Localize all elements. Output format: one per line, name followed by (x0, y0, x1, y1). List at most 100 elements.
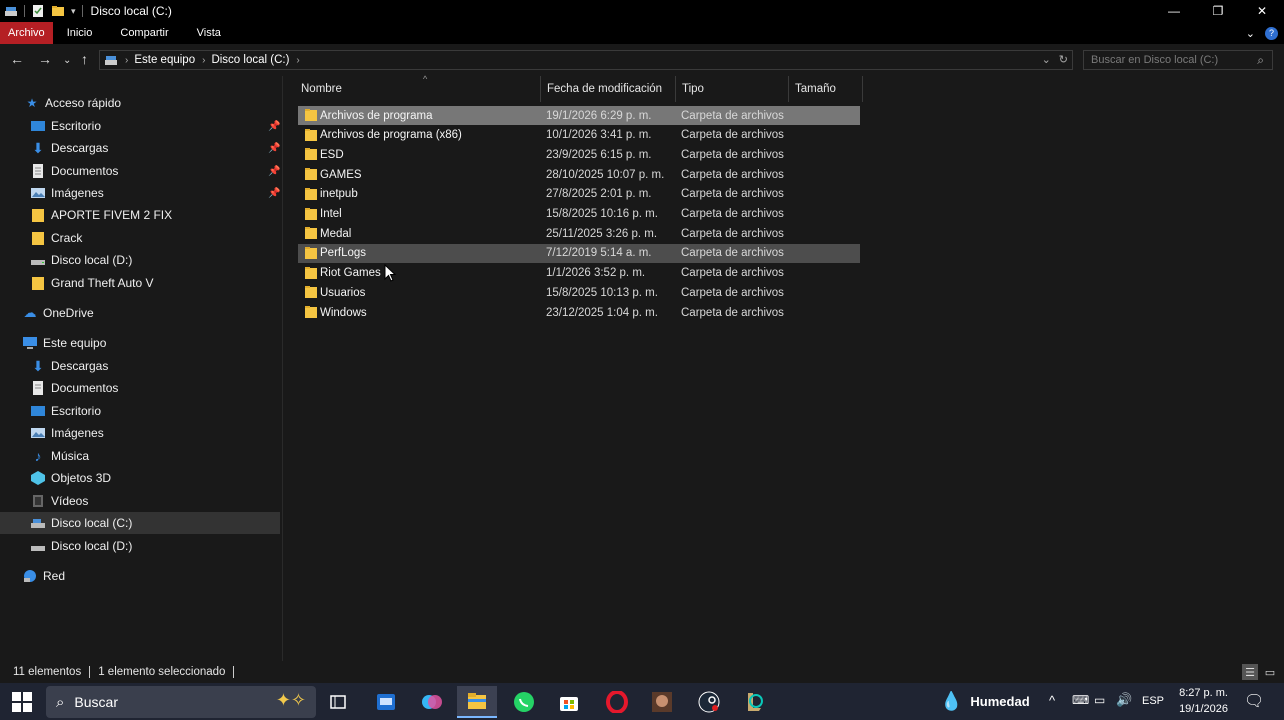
network-status-icon[interactable]: ▭ (1094, 693, 1105, 707)
copilot-icon[interactable] (412, 686, 452, 718)
table-row[interactable]: Riot Games 1/1/2026 3:52 p. m. Carpeta de … (298, 264, 860, 283)
pin-icon[interactable]: 📌 (268, 143, 280, 154)
up-arrow-icon[interactable]: ↑ (81, 51, 88, 67)
back-arrow-icon[interactable]: ← (10, 51, 24, 67)
search-icon[interactable]: ⌕ (1257, 53, 1264, 68)
file-date: 23/9/2025 6:15 p. m. (546, 148, 652, 161)
column-header-tamano[interactable]: Tamaño (789, 76, 863, 102)
sidebar-item-pc-documentos[interactable]: Documentos (30, 377, 310, 399)
sidebar-item-acceso-rapido[interactable]: ★ Acceso rápido (24, 92, 304, 114)
volume-icon[interactable]: 🔊 (1116, 692, 1132, 708)
properties-icon[interactable] (31, 5, 45, 17)
clock[interactable]: 8:27 p. m. 19/1/2026 (1176, 685, 1228, 717)
breadcrumb-disco-local[interactable]: Disco local (C:) (211, 54, 289, 66)
table-row[interactable]: ESD 23/9/2025 6:15 p. m. Carpeta de archiv… (298, 145, 860, 164)
column-header-tipo[interactable]: Tipo (676, 76, 789, 102)
column-header-fecha[interactable]: Fecha de modificación (541, 76, 676, 102)
file-type: Carpeta de archivos (681, 129, 784, 142)
forward-arrow-icon[interactable]: → (38, 51, 52, 67)
sidebar-item-aporte-fivem[interactable]: APORTE FIVEM 2 FIX (30, 204, 310, 226)
chevron-right-icon[interactable]: › (202, 55, 205, 66)
task-view-icon[interactable] (318, 686, 358, 718)
pin-icon[interactable]: 📌 (268, 188, 280, 199)
outlook-icon[interactable] (366, 686, 406, 718)
game-app-icon[interactable] (642, 686, 682, 718)
help-icon[interactable]: ? (1265, 26, 1278, 40)
table-row[interactable]: inetpub 27/8/2025 2:01 p. m. Carpeta de ar… (298, 185, 860, 204)
tab-vista[interactable]: Vista (183, 22, 235, 44)
sidebar-item-pc-descargas[interactable]: ⬇ Descargas (30, 355, 310, 377)
large-icons-view-icon[interactable]: ▭ (1262, 664, 1278, 680)
download-arrow-icon: ⬇ (32, 357, 44, 374)
search-input[interactable]: Buscar en Disco local (C:) ⌕ (1083, 50, 1273, 70)
table-row[interactable]: PerfLogs 7/12/2019 5:14 a. m. Carpeta de a… (298, 243, 860, 263)
refresh-icon[interactable]: ↻ (1059, 53, 1068, 66)
sidebar-item-este-equipo[interactable]: Este equipo (22, 332, 302, 354)
chevron-right-icon[interactable]: › (296, 55, 299, 66)
new-folder-icon[interactable] (51, 5, 65, 17)
sidebar-item-crack[interactable]: Crack (30, 227, 310, 249)
sidebar-item-disco-d-quick[interactable]: Disco local (D:) (30, 249, 310, 271)
breadcrumb-este-equipo[interactable]: Este equipo (134, 54, 195, 66)
chevron-down-icon[interactable]: ⌄ (1042, 53, 1051, 66)
sidebar-item-pc-objetos-3d[interactable]: Objetos 3D (30, 467, 310, 489)
sidebar-item-gta-v[interactable]: Grand Theft Auto V (30, 272, 310, 294)
store-icon[interactable] (549, 686, 589, 718)
windows-start-icon[interactable] (12, 692, 32, 712)
sidebar-item-label: Disco local (D:) (51, 253, 133, 267)
details-view-icon[interactable]: ☰ (1242, 664, 1258, 680)
table-row[interactable]: GAMES 28/10/2025 10:07 p. m. Carpeta de ar… (298, 165, 860, 184)
pin-icon[interactable]: 📌 (268, 121, 280, 132)
whatsapp-icon[interactable] (504, 686, 544, 718)
close-button[interactable]: ✕ (1240, 0, 1284, 22)
sidebar-item-escritorio[interactable]: Escritorio 📌 (30, 115, 310, 137)
sidebar-item-label: Escritorio (51, 119, 102, 133)
pin-icon[interactable]: 📌 (268, 166, 280, 177)
star-icon: ★ (26, 96, 38, 110)
folder-icon (305, 286, 317, 299)
table-row[interactable]: Medal 25/11/2025 3:26 p. m. Carpeta de arc… (298, 224, 860, 243)
separator (233, 666, 235, 678)
table-row[interactable]: Archivos de programa (x86) 10/1/2026 3:41… (298, 126, 860, 145)
file-name: Archivos de programa (x86) (320, 129, 462, 142)
sidebar-item-documentos[interactable]: Documentos 📌 (30, 160, 310, 182)
chevron-down-icon[interactable]: ▾ (71, 6, 76, 17)
table-row[interactable]: Usuarios 15/8/2025 10:13 p. m. Carpeta de … (298, 283, 860, 302)
maximize-button[interactable]: ❐ (1196, 0, 1240, 22)
sidebar-item-pc-disco-c[interactable]: Disco local (C:) (0, 512, 280, 534)
league-icon[interactable] (734, 686, 774, 718)
steam-icon[interactable] (689, 686, 729, 718)
sidebar-item-pc-disco-d[interactable]: Disco local (D:) (30, 535, 310, 557)
file-explorer-icon[interactable] (457, 686, 497, 718)
sidebar-item-pc-imagenes[interactable]: Imágenes (30, 422, 310, 444)
file-name: Intel (320, 208, 342, 220)
language-indicator[interactable]: ESP (1142, 695, 1164, 707)
sidebar-item-imagenes[interactable]: Imágenes 📌 (30, 182, 310, 204)
tab-inicio[interactable]: Inicio (53, 22, 107, 44)
column-header-nombre[interactable]: Nombre ^ (295, 74, 541, 102)
table-row[interactable]: Windows 23/12/2025 1:04 p. m. Carpeta de a… (298, 303, 860, 322)
file-type: Carpeta de archivos (681, 148, 784, 161)
sidebar-item-pc-videos[interactable]: Vídeos (30, 490, 310, 512)
music-note-icon: ♪ (34, 448, 42, 464)
sidebar-item-red[interactable]: Red (22, 565, 302, 587)
recent-locations-icon[interactable]: ⌄ (63, 53, 71, 69)
taskbar-search[interactable]: ⌕ Buscar ✦✧ (46, 686, 316, 718)
address-bar[interactable]: › Este equipo › Disco local (C:) › ⌄ ↻ (99, 50, 1073, 70)
sidebar-item-pc-musica[interactable]: ♪ Música (30, 445, 310, 467)
tab-archivo[interactable]: Archivo (0, 22, 53, 44)
chevron-up-icon[interactable]: ^ (1049, 693, 1055, 708)
chevron-right-icon[interactable]: › (125, 55, 128, 66)
table-row[interactable]: Archivos de programa 19/1/2026 6:29 p. m.… (298, 106, 860, 125)
sidebar-item-pc-escritorio[interactable]: Escritorio (30, 400, 310, 422)
minimize-button[interactable]: — (1152, 0, 1196, 22)
meet-icon[interactable]: ⌨ (1072, 693, 1089, 707)
table-row[interactable]: Intel 15/8/2025 10:16 p. m. Carpeta de arc… (298, 205, 860, 224)
expand-ribbon-icon[interactable]: ⌄ (1246, 27, 1255, 40)
tab-compartir[interactable]: Compartir (106, 22, 182, 44)
weather-widget[interactable]: 💧 Humedad (940, 691, 1030, 712)
notification-icon[interactable]: 🗨 (1244, 691, 1264, 711)
sidebar-item-onedrive[interactable]: ☁ OneDrive (22, 302, 302, 324)
sidebar-item-descargas[interactable]: ⬇ Descargas 📌 (30, 137, 310, 159)
opera-icon[interactable] (597, 686, 637, 718)
